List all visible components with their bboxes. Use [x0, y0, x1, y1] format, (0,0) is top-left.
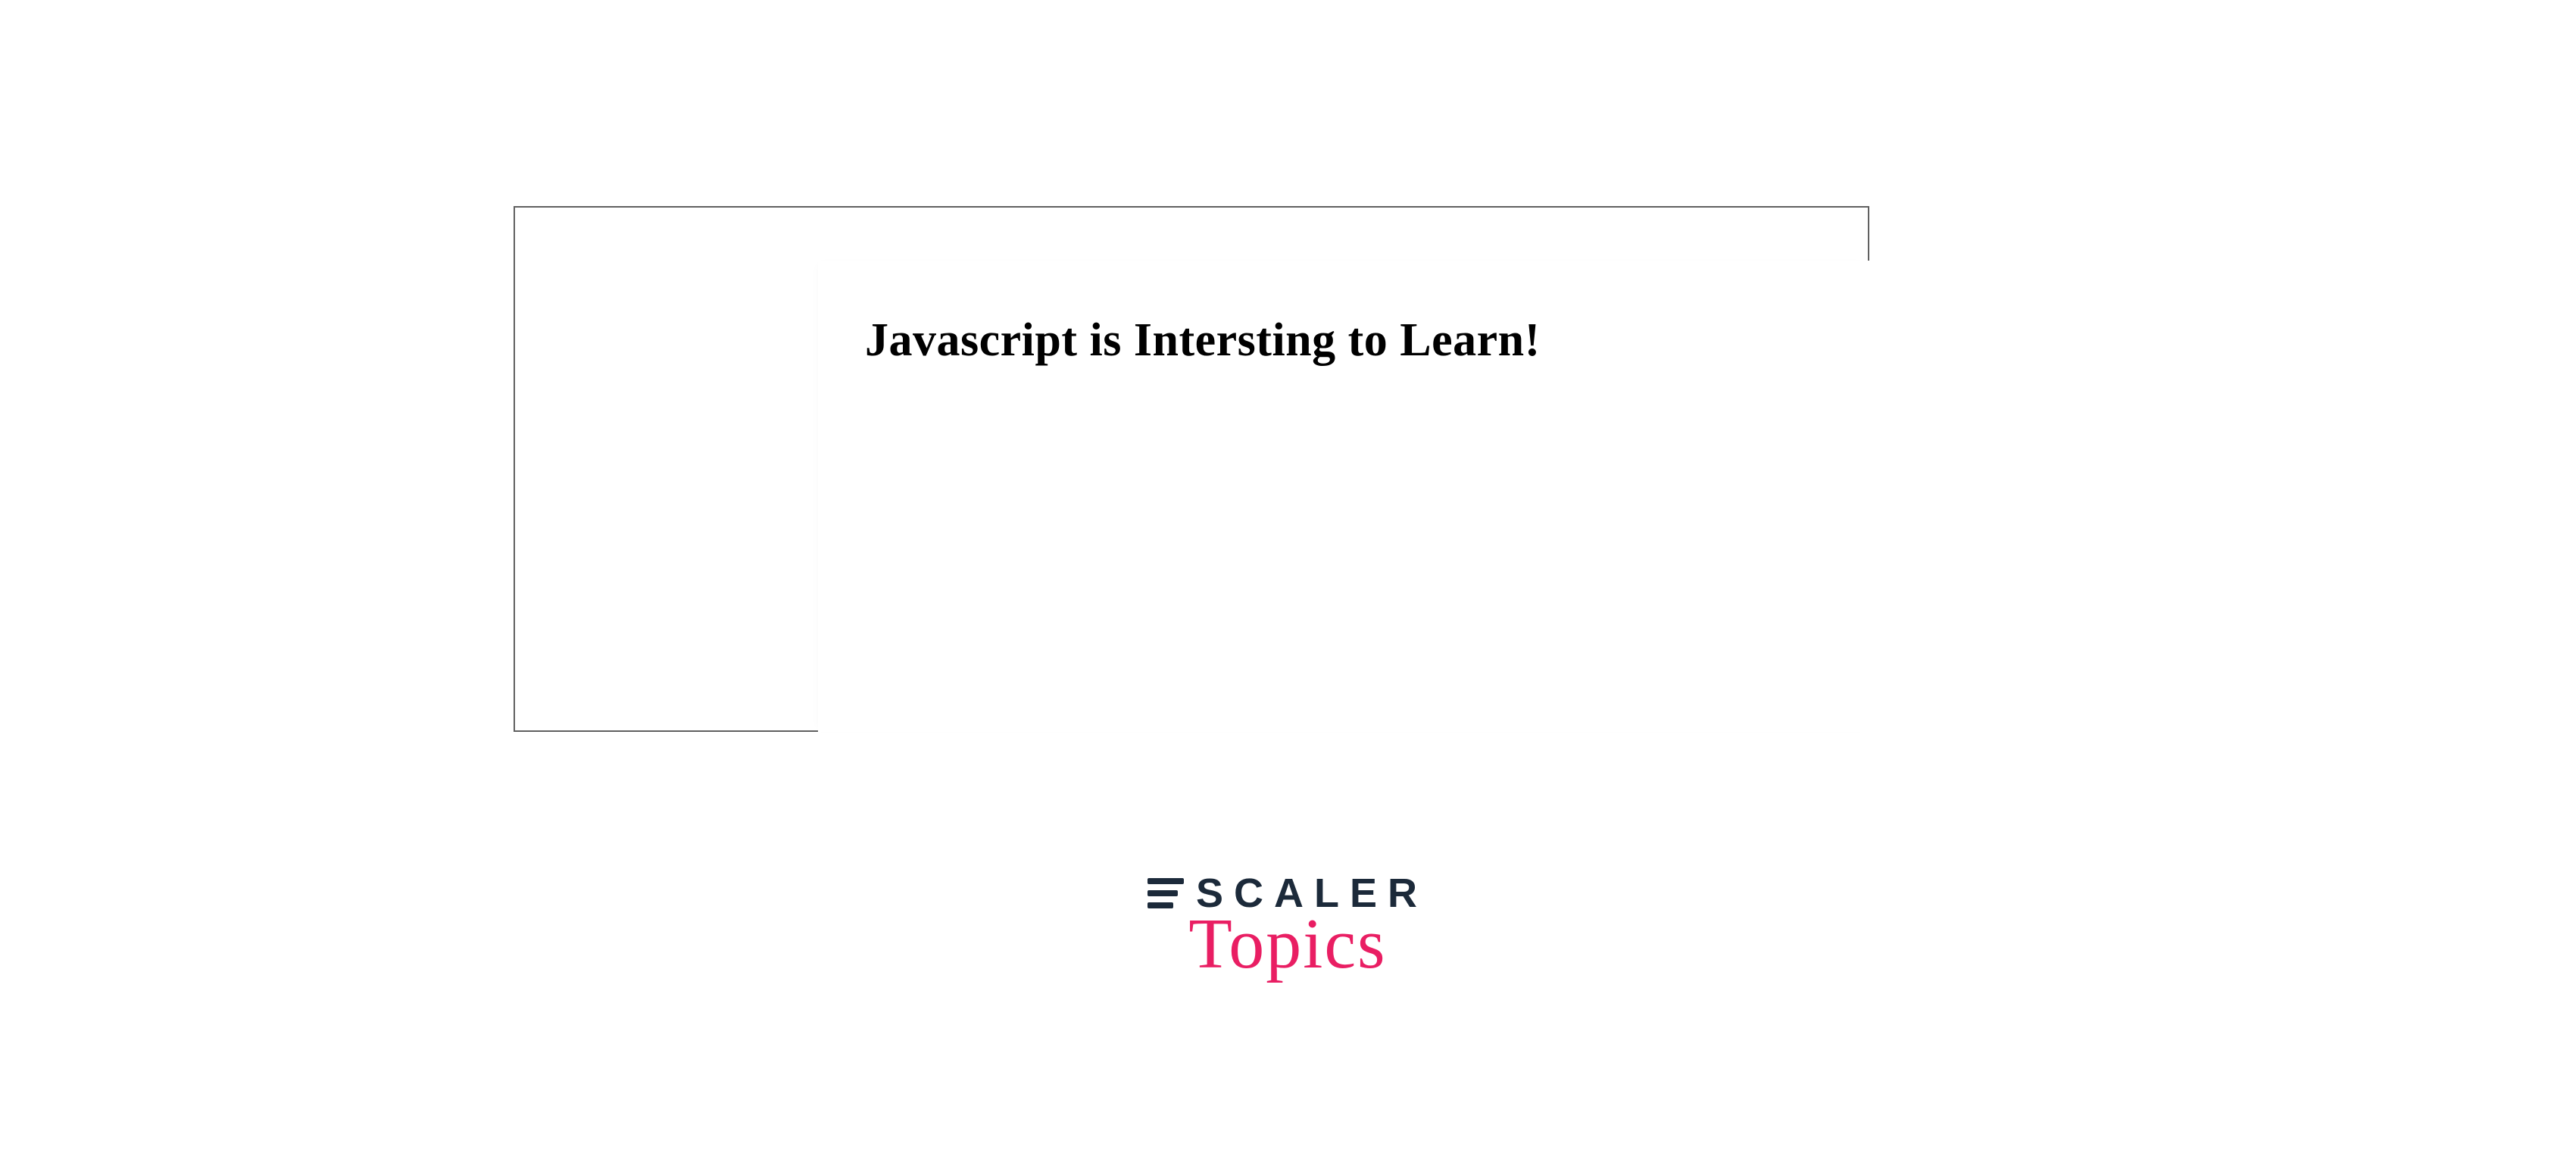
logo-bars-icon	[1147, 878, 1184, 908]
brand-logo: SCALER Topics	[1091, 870, 1485, 985]
content-panel: Javascript is Intersting to Learn!	[818, 261, 1869, 732]
content-frame: Javascript is Intersting to Learn!	[514, 206, 1869, 732]
main-heading: Javascript is Intersting to Learn!	[865, 314, 1541, 367]
